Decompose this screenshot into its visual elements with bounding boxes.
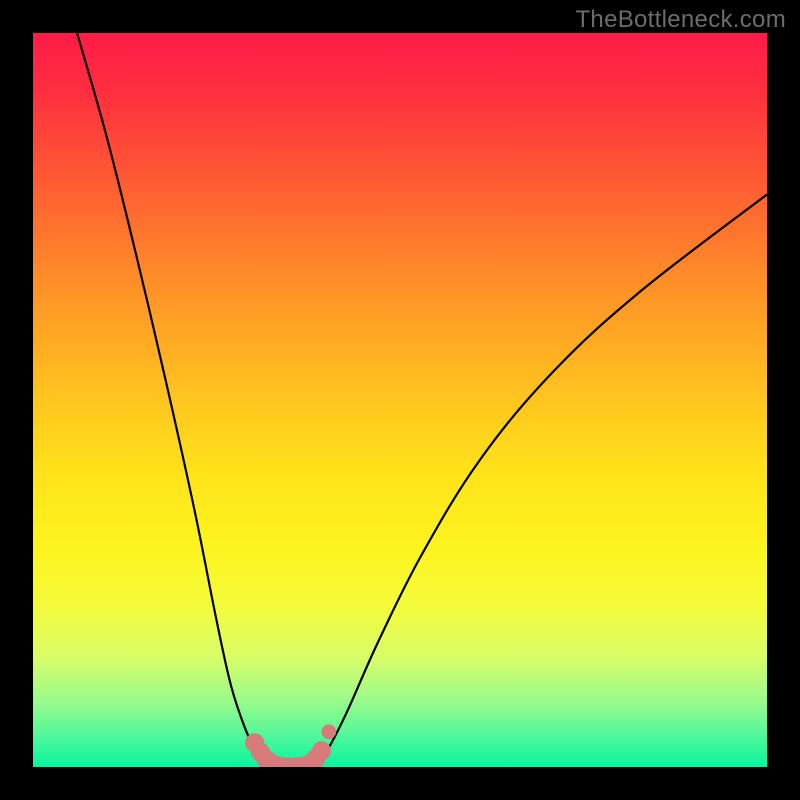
curve-marker (312, 741, 331, 760)
bottom-marker-group (245, 724, 336, 767)
plot-area (33, 33, 767, 767)
watermark-text: TheBottleneck.com (575, 6, 786, 34)
chart-frame: TheBottleneck.com (0, 0, 800, 800)
curve-marker (321, 724, 336, 739)
right-curve-path (312, 194, 767, 767)
left-curve-path (77, 33, 279, 767)
curve-layer (33, 33, 767, 767)
